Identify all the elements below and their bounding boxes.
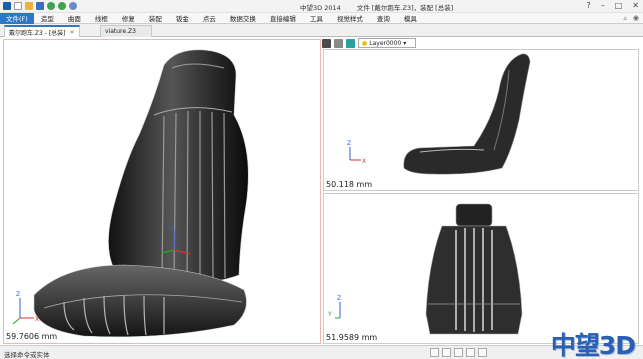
layer-name: Layer0000 [369, 39, 402, 47]
world-axis-icon: Z Y [327, 295, 341, 319]
svg-text:Z: Z [169, 225, 173, 231]
brand-logo: 中望3D [550, 331, 636, 359]
ribbon-controls: ▵ ◉ [623, 14, 639, 22]
menu-item-tools[interactable]: 工具 [303, 13, 330, 23]
tab-viature[interactable]: viature.Z3 [100, 25, 152, 37]
hidden-line-icon[interactable] [322, 38, 331, 48]
menu-item-visual-style[interactable]: 视觉样式 [330, 13, 370, 23]
tab-main-assembly[interactable]: 戴尔跑车.Z3 - [总装] ✕ [4, 25, 80, 37]
bulb-icon: ● [362, 39, 368, 47]
status-toggle-button[interactable] [466, 348, 475, 357]
open-folder-icon[interactable] [25, 2, 33, 10]
svg-text:Z: Z [337, 295, 341, 302]
seat-side-model: Z X [347, 53, 531, 175]
save-icon[interactable] [36, 2, 44, 10]
layer-dropdown[interactable]: ● Layer0000 ▾ [358, 38, 416, 48]
quick-access-toolbar [3, 2, 77, 10]
settings-icon[interactable] [69, 2, 77, 10]
svg-text:X: X [362, 158, 366, 165]
menu-item-surface[interactable]: 曲面 [61, 13, 88, 23]
tab-label: 戴尔跑车.Z3 - [总装] [9, 29, 66, 37]
help-icon[interactable]: ◉ [633, 14, 639, 22]
status-toggle-button[interactable] [454, 348, 463, 357]
status-toggle-button[interactable] [430, 348, 439, 357]
app-logo-icon[interactable] [3, 2, 11, 10]
minimize-button[interactable]: – [601, 1, 605, 10]
undo-icon[interactable] [47, 2, 55, 10]
seat-perspective-model: Z Z X [12, 49, 249, 338]
status-prompt: 选择命令或实体 [4, 351, 50, 359]
menu-item-repair[interactable]: 修复 [115, 13, 142, 23]
new-file-icon[interactable] [14, 2, 22, 10]
status-bar: 选择命令或实体 [0, 345, 643, 359]
chevron-down-icon: ▾ [403, 39, 407, 47]
scale-readout: 51.9589 mm [326, 333, 378, 342]
menu-item-assembly[interactable]: 装配 [142, 13, 169, 23]
redo-icon[interactable] [58, 2, 66, 10]
menu-bar: 文件(F) 造型 曲面 线框 修复 装配 钣金 点云 数据交换 直接编辑 工具 … [0, 12, 643, 24]
viewport-side[interactable]: Z X 50.118 mm [323, 49, 639, 191]
svg-text:X: X [35, 316, 39, 323]
menu-item-mold[interactable]: 模具 [397, 13, 424, 23]
menu-item-sheetmetal[interactable]: 钣金 [169, 13, 196, 23]
world-axis-icon: Z X [347, 140, 366, 165]
document-tab-bar: 戴尔跑车.Z3 - [总装] ✕ viature.Z3 [0, 24, 643, 37]
edges-icon[interactable] [346, 38, 355, 48]
viewport-front[interactable]: Z Y 51.9589 mm [323, 193, 639, 344]
status-toggle-button[interactable] [442, 348, 451, 357]
seat-front-model: Z Y [327, 203, 523, 335]
scale-readout: 59.7606 mm [6, 332, 58, 341]
menu-item-modeling[interactable]: 造型 [34, 13, 61, 23]
close-button[interactable]: ✕ [632, 1, 639, 10]
svg-text:Z: Z [347, 140, 351, 147]
menu-file[interactable]: 文件(F) [0, 12, 34, 24]
menu-item-direct-edit[interactable]: 直接编辑 [263, 13, 303, 23]
menu-item-wireframe[interactable]: 线框 [88, 13, 115, 23]
viewport-perspective[interactable]: Z Z X 59.7606 mm [3, 39, 321, 344]
maximize-button[interactable]: □ [615, 1, 623, 10]
window-title: 中望3D 2014 文件 [戴尔跑车.Z3]，装配 [总装] [300, 2, 467, 12]
document-title: 文件 [戴尔跑车.Z3]，装配 [总装] [356, 4, 454, 12]
menu-item-pointcloud[interactable]: 点云 [196, 13, 223, 23]
title-bar: 中望3D 2014 文件 [戴尔跑车.Z3]，装配 [总装] ? – □ ✕ [0, 0, 643, 13]
close-tab-icon[interactable]: ✕ [70, 29, 75, 36]
wire-icon[interactable] [334, 38, 343, 48]
menu-item-inquire[interactable]: 查询 [370, 13, 397, 23]
status-toggle-button[interactable] [478, 348, 487, 357]
menu-item-data-exchange[interactable]: 数据交换 [223, 13, 263, 23]
window-controls: ? – □ ✕ [586, 1, 639, 10]
app-title: 中望3D 2014 [300, 4, 341, 12]
tab-label: viature.Z3 [105, 28, 136, 35]
scale-readout: 50.118 mm [326, 180, 373, 189]
ribbon-toggle-icon[interactable]: ▵ [623, 14, 627, 22]
help-button[interactable]: ? [586, 1, 590, 10]
svg-text:Z: Z [16, 291, 20, 298]
svg-text:Y: Y [327, 311, 332, 318]
